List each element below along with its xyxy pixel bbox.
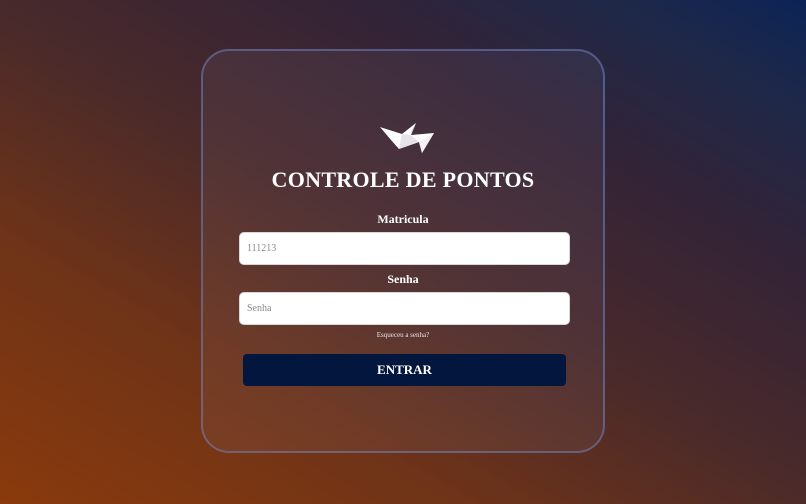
- page-title: CONTROLE DE PONTOS: [271, 167, 535, 192]
- login-card: CONTROLE DE PONTOS Matricula Senha Esque…: [201, 49, 605, 453]
- entrar-button[interactable]: ENTRAR: [243, 354, 566, 386]
- forgot-password-link[interactable]: Esqueceu a senha?: [203, 331, 603, 339]
- paper-bird-logo-icon: [380, 123, 434, 153]
- login-page: { "login": { "title": "CONTROLE DE PONTO…: [0, 0, 806, 504]
- senha-label: Senha: [387, 272, 419, 286]
- senha-input[interactable]: [239, 292, 570, 325]
- matricula-input[interactable]: [239, 232, 570, 265]
- matricula-label: Matricula: [377, 212, 429, 226]
